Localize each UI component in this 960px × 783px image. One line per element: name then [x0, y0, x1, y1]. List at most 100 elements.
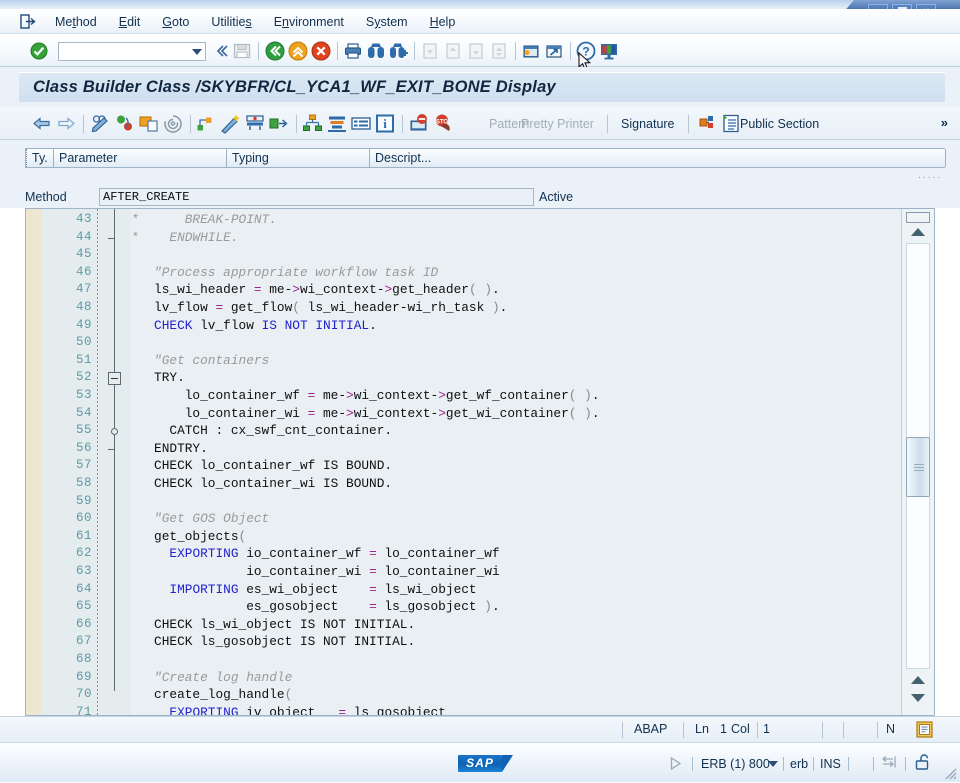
code-line[interactable]: IMPORTING es_wi_object = ls_wi_object — [131, 582, 476, 597]
class-layers-icon[interactable] — [326, 113, 348, 134]
scroll-page-up-icon[interactable] — [908, 673, 928, 687]
find-icon[interactable] — [366, 41, 386, 61]
scrollbar-thumb[interactable] — [906, 437, 930, 497]
scroll-up-icon[interactable] — [908, 225, 928, 239]
code-line[interactable]: "Get GOS Object — [131, 511, 269, 526]
splitter-handle[interactable]: ..... — [918, 170, 942, 181]
collapse-left-icon[interactable] — [212, 41, 232, 61]
menu-item-edit[interactable]: Edit — [108, 9, 152, 34]
column-header-type[interactable]: Ty. — [26, 149, 54, 167]
code-line[interactable]: ENDTRY. — [131, 441, 208, 456]
menu-item-utilities[interactable]: Utilities — [200, 9, 262, 34]
method-name-input[interactable] — [100, 189, 529, 205]
line-number: 54 — [75, 405, 92, 420]
activate-icon[interactable] — [162, 113, 184, 134]
code-line[interactable]: * BREAK-POINT. — [131, 212, 277, 227]
print-icon[interactable] — [343, 41, 363, 61]
code-line[interactable]: EXPORTING io_container_wf = lo_container… — [131, 546, 499, 561]
customize-layout-icon[interactable] — [599, 41, 619, 61]
play-triangle-icon[interactable] — [669, 756, 682, 774]
code-line[interactable]: "Process appropriate workflow task ID — [131, 265, 438, 280]
system-label[interactable]: ERB (1) 800 — [701, 757, 770, 771]
scrollbar-split-box[interactable] — [906, 212, 930, 223]
code-line[interactable]: CATCH : cx_swf_cnt_container. — [131, 423, 392, 438]
column-header-parameter[interactable]: Parameter — [54, 149, 227, 167]
menu-item-goto[interactable]: Goto — [151, 9, 200, 34]
find-next-icon[interactable] — [389, 41, 409, 61]
menu-item-environment[interactable]: Environment — [263, 9, 355, 34]
code-line[interactable]: ls_wi_header = me->wi_context->get_heade… — [131, 282, 500, 297]
signature-button[interactable]: Signature — [621, 117, 675, 131]
back-green-icon[interactable] — [265, 41, 285, 61]
menu-item-system[interactable]: System — [355, 9, 419, 34]
code-line[interactable]: * ENDWHILE. — [131, 230, 239, 245]
code-line[interactable]: es_gosobject = ls_gosobject ). — [131, 599, 499, 614]
menu-item-method[interactable]: Method — [44, 9, 108, 34]
exit-yellow-icon[interactable] — [288, 41, 308, 61]
code-folding-column[interactable] — [98, 209, 131, 715]
code-line[interactable]: lo_container_wf = me->wi_context->get_wf… — [131, 388, 600, 403]
code-line[interactable]: CHECK lo_container_wf IS BOUND. — [131, 458, 392, 473]
unlock-icon[interactable] — [138, 113, 160, 134]
application-toolbar: i STO Pattern Pretty Printer Signature P… — [0, 107, 960, 140]
scroll-page-down-icon[interactable] — [908, 691, 928, 705]
code-line[interactable]: CHECK lv_flow IS NOT INITIAL. — [131, 318, 377, 333]
code-line[interactable]: "Create log handle — [131, 670, 292, 685]
method-name-field[interactable] — [99, 188, 534, 206]
line-number: 60 — [75, 511, 92, 526]
code-line[interactable]: get_objects( — [131, 529, 246, 544]
code-line[interactable]: lo_container_wi = me->wi_context->get_wi… — [131, 406, 600, 421]
code-fold-marker[interactable] — [111, 428, 118, 436]
code-line[interactable]: lv_flow = get_flow( ls_wi_header-wi_rh_t… — [131, 300, 507, 315]
code-line[interactable]: CHECK ls_wi_object IS NOT INITIAL. — [131, 617, 415, 632]
insert-mode-label[interactable]: INS — [820, 757, 841, 771]
toolbar-overflow-icon[interactable]: » — [941, 115, 948, 130]
pattern-wand-icon[interactable] — [220, 113, 242, 134]
create-session-icon[interactable] — [521, 41, 541, 61]
column-header-typing[interactable]: Typing — [227, 149, 370, 167]
code-line[interactable]: EXPORTING iv_object = ls_gosobject — [131, 705, 446, 715]
redefine-icon[interactable] — [244, 113, 266, 134]
code-fold-toggle[interactable] — [108, 372, 121, 386]
menu-item-help[interactable]: Help — [419, 9, 467, 34]
line-number: 55 — [75, 423, 92, 438]
list-section-icon[interactable] — [720, 113, 742, 134]
code-editor[interactable]: 43 44 45 46 47 48 49 50 51 52 53 54 55 56 57 58 59 60 61 62… — [25, 208, 935, 716]
column-header-description[interactable]: Descript... — [370, 149, 946, 167]
code-text-area[interactable]: * BREAK-POINT. * ENDWHILE. "Process appro… — [131, 209, 900, 715]
code-line[interactable]: CHECK ls_gosobject IS NOT INITIAL. — [131, 634, 415, 649]
code-line[interactable]: create_log_handle( — [131, 687, 292, 702]
list-icon[interactable] — [350, 113, 372, 134]
back-arrow-icon[interactable] — [31, 113, 53, 134]
code-line[interactable]: CHECK lo_container_wi IS BOUND. — [131, 476, 392, 491]
section-orange-icon[interactable] — [698, 113, 720, 134]
code-line[interactable]: "Get containers — [131, 353, 269, 368]
bookmark-column[interactable] — [26, 209, 42, 715]
chevron-down-icon[interactable] — [192, 49, 202, 55]
breakpoint-icon[interactable] — [409, 113, 431, 134]
forward-arrow-icon[interactable] — [55, 113, 77, 134]
create-shortcut-icon[interactable] — [544, 41, 564, 61]
refresh-icon[interactable] — [114, 113, 136, 134]
window-top-strip — [0, 0, 960, 9]
pretty-printer-button[interactable]: Pretty Printer — [521, 117, 594, 131]
info-icon[interactable]: i — [374, 113, 396, 134]
cancel-red-icon[interactable] — [311, 41, 331, 61]
display-change-icon[interactable] — [90, 113, 112, 134]
hierarchy-icon[interactable] — [302, 113, 324, 134]
unlocked-padlock-icon[interactable] — [914, 753, 934, 775]
code-line[interactable]: io_container_wi = lo_container_wi — [131, 564, 499, 579]
clipboard-icon[interactable] — [915, 720, 934, 742]
command-field[interactable] — [58, 42, 206, 61]
chevron-down-icon[interactable] — [768, 761, 778, 767]
command-input[interactable] — [59, 43, 181, 60]
green-check-icon[interactable] — [30, 42, 48, 60]
editor-vertical-scrollbar[interactable] — [901, 209, 934, 715]
public-section-button[interactable]: Public Section — [740, 117, 819, 131]
data-transfer-icon[interactable] — [879, 755, 898, 775]
push-icon[interactable] — [268, 113, 290, 134]
insert-element-icon[interactable] — [196, 113, 218, 134]
resize-grip[interactable] — [943, 766, 957, 780]
code-line[interactable]: TRY. — [131, 370, 185, 385]
exit-arrow-icon[interactable] — [20, 14, 36, 29]
